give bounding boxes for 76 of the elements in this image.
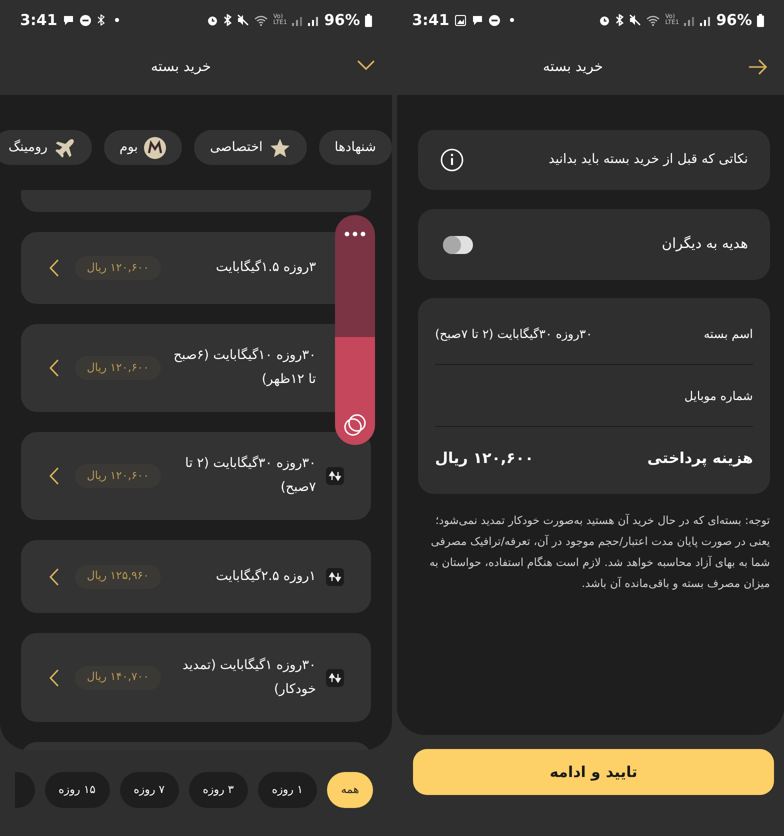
status-time: 3:41 xyxy=(412,10,450,31)
summary-label: اسم بسته xyxy=(704,326,753,342)
do-not-disturb-icon xyxy=(489,14,500,26)
package-title: ۱روزه ۲.۵گیگابایت xyxy=(214,568,316,586)
chat-icon xyxy=(472,14,484,26)
alarm-icon xyxy=(599,14,610,26)
signal-icon xyxy=(684,14,696,26)
summary-label: هزینه پرداختی xyxy=(647,448,753,469)
image-icon xyxy=(455,14,466,26)
category-chip[interactable]: بوم xyxy=(104,130,182,165)
category-chip[interactable]: رومینگ xyxy=(0,130,92,165)
up-down-arrows-icon xyxy=(326,568,344,586)
battery-icon xyxy=(757,14,764,26)
info-text: نکاتی که قبل از خرید بسته باید بدانید xyxy=(548,151,748,170)
info-card[interactable]: نکاتی که قبل از خرید بسته باید بدانید xyxy=(418,130,770,190)
page-title: خرید بسته xyxy=(150,58,212,77)
chevron-down-icon[interactable] xyxy=(356,59,376,71)
signal-icon xyxy=(292,14,304,26)
floating-menu[interactable] xyxy=(335,215,375,445)
up-down-arrows-icon xyxy=(326,668,344,686)
price-tag: ۱۲۰,۶۰۰ ریال xyxy=(75,256,161,280)
summary-label: شماره موبایل xyxy=(684,388,753,404)
star-icon xyxy=(268,136,291,158)
mute-icon xyxy=(629,14,642,26)
mute-icon xyxy=(237,14,250,26)
battery-icon xyxy=(365,14,372,26)
battery-percent: 96% xyxy=(716,10,752,31)
price-tag: ۱۲۵,۹۶۰ ریال xyxy=(75,564,161,588)
package-title: ۳۰روزه ۱گیگابایت (تمدید خودکار) xyxy=(181,656,316,698)
boom-logo-icon xyxy=(144,136,166,158)
filter-chip[interactable]: ۱۵ روزه xyxy=(44,772,110,808)
wifi-icon xyxy=(254,14,268,26)
up-down-arrows-icon xyxy=(326,467,344,485)
bluetooth-icon xyxy=(97,14,106,26)
filter-chip[interactable]: ۱ روزه xyxy=(258,772,317,808)
summary-value: ۳۰روزه ۳۰گیگابایت (۲ تا ۷صبح) xyxy=(435,326,592,342)
category-chip[interactable]: اختصاصی xyxy=(194,130,307,165)
chevron-left-icon[interactable] xyxy=(49,467,59,485)
do-not-disturb-icon xyxy=(80,14,92,26)
category-chip[interactable]: شنهادها xyxy=(318,130,392,165)
wifi-icon xyxy=(646,14,660,26)
gift-toggle[interactable] xyxy=(443,236,473,254)
airplane-icon xyxy=(54,136,76,158)
filter-chip[interactable]: ۷ روزه xyxy=(120,772,179,808)
chat-icon xyxy=(63,14,74,26)
gift-label: هدیه به دیگران xyxy=(662,234,748,254)
price-tag: ۱۲۰,۶۰۰ ریال xyxy=(75,356,161,380)
page-title: خرید بسته xyxy=(542,58,604,77)
status-time: 3:41 xyxy=(20,10,58,31)
package-card[interactable]: ۳۰روزه ۳۰گیگابایت (۲ تا ۷صبح) ۱۲۰,۶۰۰ ریال xyxy=(21,432,371,520)
signal-icon xyxy=(700,14,712,26)
package-card[interactable]: ۳۰روزه ۱گیگابایت (تمدید خودکار) ۱۴۰,۷۰۰ ریال xyxy=(21,633,371,722)
alarm-icon xyxy=(207,14,218,26)
arrow-right-icon[interactable] xyxy=(748,59,768,75)
bluetooth-icon xyxy=(615,14,624,26)
summary-value: ۱۲۰,۶۰۰ ریال xyxy=(435,448,534,469)
package-title: ۳۰روزه ۱۰گیگابایت (۶صبح تا ۱۲ظهر) xyxy=(172,346,316,389)
notice-text: توجه: بسته‌ای که در حال خرید آن هستید به‌صورت خودکار تمدید نمی‌شود؛ یعنی در صورت پایان مدت اعتبار/حجم موجود در آن، تعرفه/ترافیک مصرفی شما به بهای آزاد محاسبه خواهد شد. لازم است هنگام استفاده، حواستان به میزان مصرف بسته و باقی‌مانده آن باشد. xyxy=(428,512,770,592)
filter-chip[interactable]: همه xyxy=(326,772,373,808)
circles-icon[interactable] xyxy=(343,413,367,437)
chevron-left-icon[interactable] xyxy=(49,568,59,586)
package-title: ۳۰روزه ۳۰گیگابایت (۲ تا ۷صبح) xyxy=(184,454,316,497)
filter-chip[interactable]: ۳ روزه xyxy=(188,772,248,808)
info-icon[interactable] xyxy=(440,148,464,172)
more-icon[interactable] xyxy=(344,231,366,237)
bluetooth-icon xyxy=(223,14,232,26)
confirm-button[interactable]: تایید و ادامه xyxy=(413,749,774,795)
chevron-left-icon[interactable] xyxy=(49,359,59,377)
chevron-left-icon[interactable] xyxy=(49,259,59,277)
signal-icon xyxy=(308,14,320,26)
battery-percent: 96% xyxy=(324,10,360,31)
price-tag: ۱۲۰,۶۰۰ ریال xyxy=(75,464,161,488)
price-tag: ۱۴۰,۷۰۰ ریال xyxy=(75,666,161,690)
package-title: ۳روزه ۱.۵گیگابایت xyxy=(214,258,316,277)
package-card[interactable]: ۱روزه ۲.۵گیگابایت ۱۲۵,۹۶۰ ریال xyxy=(21,540,371,613)
chevron-left-icon[interactable] xyxy=(49,668,59,686)
